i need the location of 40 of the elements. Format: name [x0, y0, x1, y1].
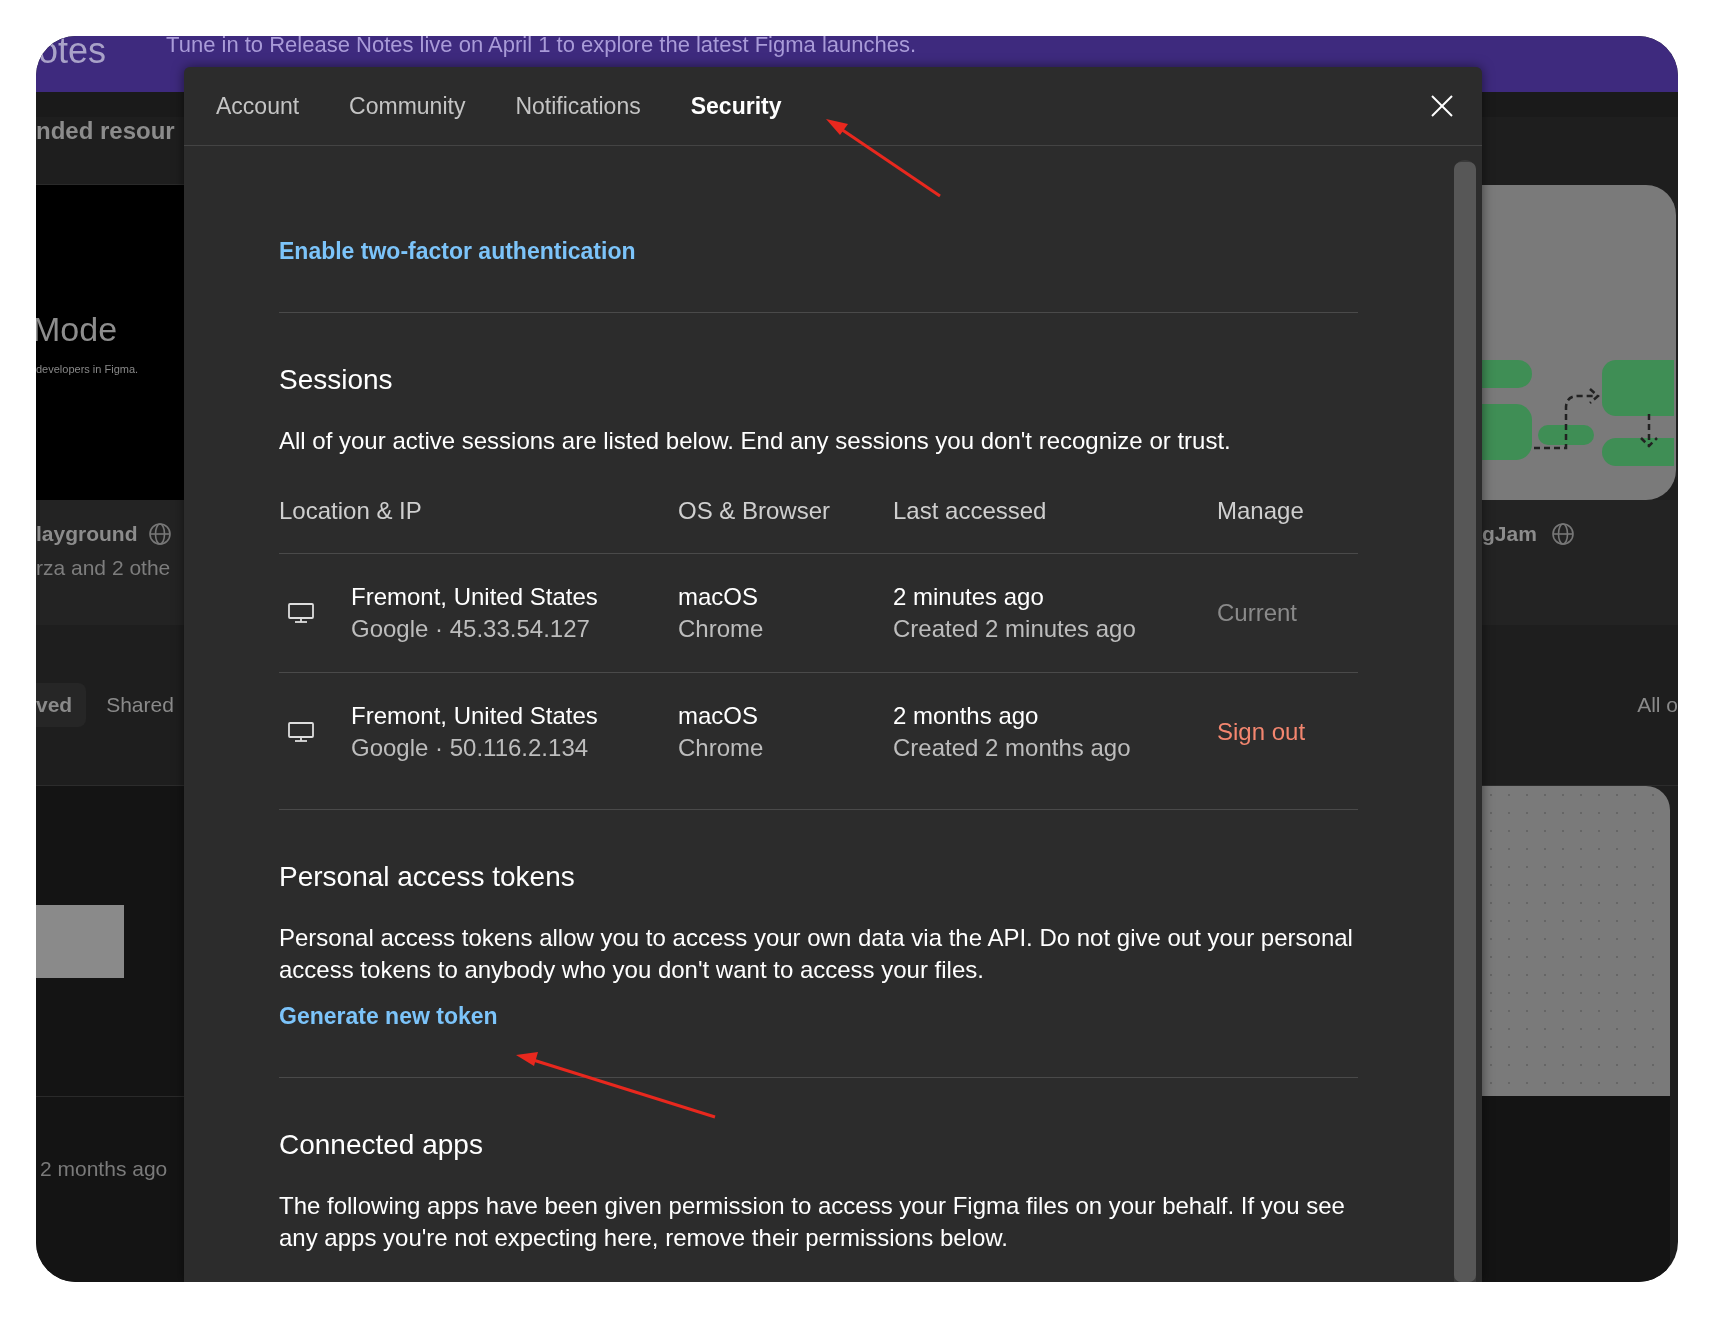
session-last-accessed: 2 months ago	[893, 701, 1040, 731]
column-header: Location & IP	[279, 496, 423, 526]
column-header: OS & Browser	[678, 496, 832, 526]
filter-label[interactable]: All o	[1637, 693, 1678, 717]
session-ip: Google · 50.116.2.134	[351, 733, 590, 763]
section-title: nded resour	[36, 116, 175, 145]
file-time: 2 months ago	[40, 1157, 168, 1180]
filter-tab[interactable]: ved	[36, 683, 87, 727]
current-session-label: Current	[1217, 599, 1298, 626]
file-collaborators: rza and 2 othe	[36, 556, 172, 580]
settings-tab[interactable]: Security	[690, 92, 782, 120]
session-browser: Chrome	[678, 733, 765, 763]
section-description: The following apps have been given permission to access your Figma files on your behalf. If you see any apps you're not expecting here, remove their permissions below.	[279, 1191, 1346, 1253]
file-name: gJam	[1482, 522, 1537, 546]
session-created: Created 2 months ago	[893, 733, 1132, 763]
section-heading: Sessions	[279, 363, 394, 397]
thumbnail-subtitle: developers in Figma.	[36, 363, 140, 375]
column-header: Manage	[1217, 496, 1305, 526]
session-os: macOS	[678, 701, 759, 731]
column-header: Last accessed	[893, 496, 1048, 526]
session-ip: Google · 45.33.54.127	[351, 614, 591, 644]
section-description: Personal access tokens allow you to access your own data via the API. Do not give out your personal access tokens to anybody who you don't want to access your files.	[279, 923, 1354, 985]
settings-tab[interactable]: Account	[216, 92, 300, 120]
filter-tab[interactable]: Shared	[106, 683, 184, 727]
session-last-accessed: 2 minutes ago	[893, 582, 1045, 612]
session-os: macOS	[678, 582, 759, 612]
section-heading: Personal access tokens	[279, 860, 576, 894]
file-name: layground	[36, 522, 138, 546]
banner-text: Tune in to Release Notes live on April 1 to explore the latest Figma launches.	[166, 36, 917, 58]
session-location: Fremont, United States	[351, 701, 598, 731]
session-location: Fremont, United States	[351, 582, 598, 612]
settings-tab[interactable]: Community	[349, 92, 466, 120]
generate-token-link[interactable]: Generate new token	[279, 1001, 498, 1031]
section-description: All of your active sessions are listed below. End any sessions you don't recognize or trust.	[279, 426, 1232, 456]
section-heading: Connected apps	[279, 1128, 484, 1162]
sign-out-link[interactable]: Sign out	[1217, 717, 1306, 747]
session-created: Created 2 minutes ago	[893, 614, 1137, 644]
two-factor-link[interactable]: Enable two-factor authentication	[279, 236, 636, 266]
session-browser: Chrome	[678, 614, 765, 644]
settings-tab[interactable]: Notifications	[515, 92, 641, 120]
